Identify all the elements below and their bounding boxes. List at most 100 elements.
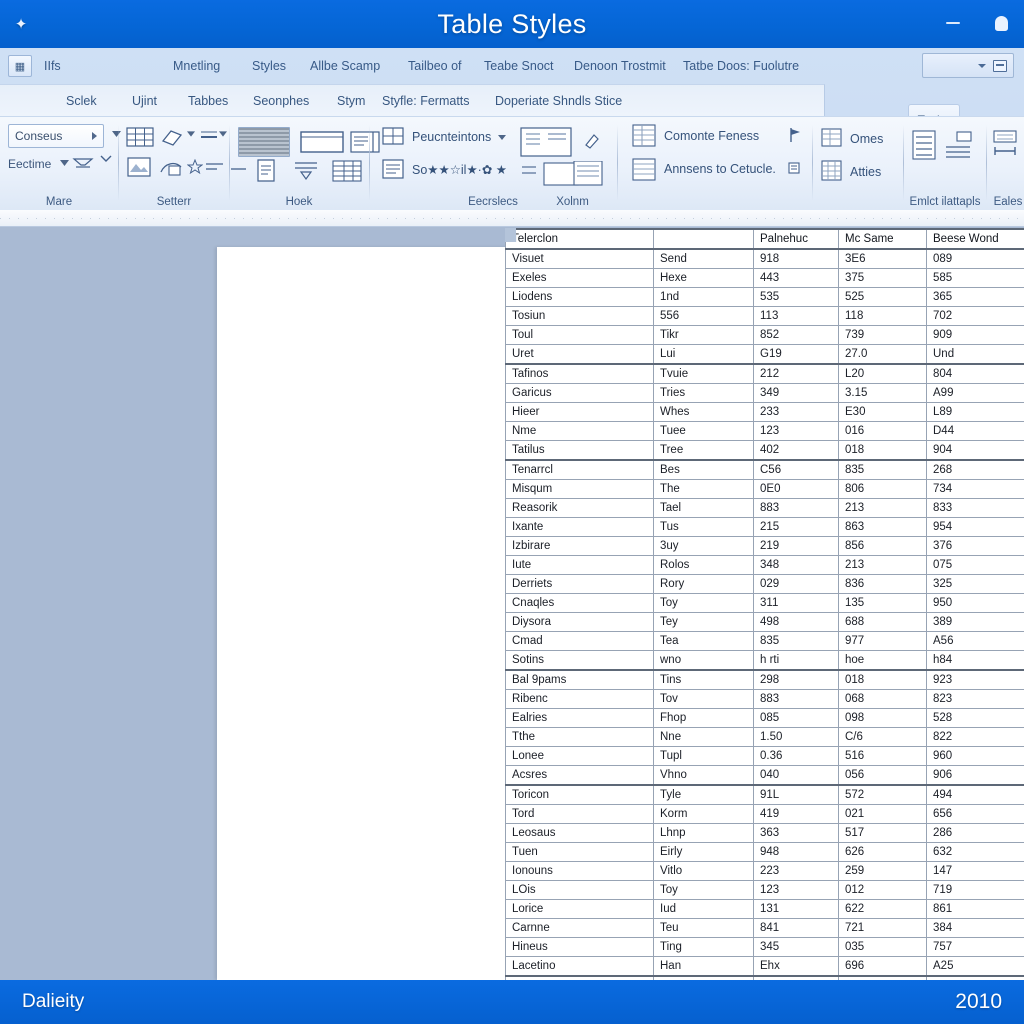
table-cell[interactable]: 056 [838, 765, 927, 786]
table-cell[interactable]: 223 [753, 861, 839, 881]
table-cell[interactable]: Ting [653, 937, 754, 957]
table-row[interactable]: ReasorikTael8832138332! [505, 498, 1024, 518]
table-cell[interactable]: 27.0 [838, 344, 927, 365]
table-row[interactable]: Bal 9pamsTins29801892310 [505, 669, 1024, 690]
effects-label[interactable]: Eectime [8, 157, 51, 171]
table-row[interactable]: DerrietsRory02983632521 [505, 574, 1024, 594]
table-cell[interactable]: 572 [838, 784, 927, 805]
table-cell[interactable]: 696 [838, 956, 927, 977]
table-row[interactable]: LoriceIud13162286121 [505, 899, 1024, 919]
table-cell[interactable]: 823 [926, 689, 1024, 709]
table-cell[interactable]: Toy [653, 880, 754, 900]
table-cell[interactable]: 556 [653, 306, 754, 326]
table-row[interactable]: HineusTing34503575711 [505, 937, 1024, 957]
format-painter-icon[interactable] [582, 131, 602, 151]
table-cell[interactable]: 365 [926, 287, 1024, 307]
table-cell[interactable]: 213 [838, 498, 927, 518]
table-cell[interactable]: Tey [653, 612, 754, 632]
tab-0[interactable]: Mnetling [173, 59, 220, 73]
table-row[interactable]: EalriesFhop08509852811 [505, 708, 1024, 728]
shading-icon[interactable] [72, 153, 96, 171]
table-cell[interactable]: 029 [753, 574, 839, 594]
table-cell[interactable]: Ehx [753, 956, 839, 977]
table-cell[interactable]: Hineus [505, 937, 654, 957]
table-selection-handle[interactable] [505, 228, 516, 242]
table-cell[interactable]: 721 [838, 918, 927, 938]
tab-file[interactable]: IIfs [44, 59, 61, 73]
table-cell[interactable]: A99 [926, 383, 1024, 403]
table-cell[interactable]: Carnne [505, 918, 654, 938]
insert-page-icon[interactable] [252, 157, 282, 185]
table-cell[interactable]: wno [653, 650, 754, 671]
table-cell[interactable]: 068 [838, 689, 927, 709]
document-table-container[interactable]: Telerclon Palnehuc Mc Same Beese Wond Vi… [505, 228, 1024, 980]
table-cell[interactable]: 123 [753, 880, 839, 900]
table-cell[interactable]: L89 [926, 402, 1024, 422]
table-cell[interactable]: 021 [838, 804, 927, 824]
table-cell[interactable]: 950 [926, 593, 1024, 613]
table-cell[interactable]: Tael [653, 498, 754, 518]
table-cell[interactable]: 213 [838, 555, 927, 575]
pen-weight-dropdown-icon[interactable] [219, 131, 227, 137]
tab-5[interactable]: Denoon Trostmit [574, 59, 666, 73]
omes-table-icon[interactable] [820, 127, 844, 149]
table-row[interactable]: ToulTikr85273990921 [505, 325, 1024, 345]
shading-menu-item[interactable]: So★★☆il★·✿ ★ [412, 162, 507, 177]
answers-options-icon[interactable] [788, 161, 802, 175]
table-cell[interactable]: Uret [505, 344, 654, 365]
table-row[interactable]: Sotinswnoh rtihoeh8411 [505, 650, 1024, 671]
table-cell[interactable]: 923 [926, 669, 1024, 690]
table-row[interactable]: GaricusTries3493.15A9920 [505, 383, 1024, 403]
table-cell[interactable]: 688 [838, 612, 927, 632]
table-row[interactable]: VisuetSend9183E6089c/ [505, 248, 1024, 269]
table-cell[interactable]: Whes [653, 402, 754, 422]
table-cell[interactable]: 219 [753, 536, 839, 556]
table-cell[interactable]: 535 [753, 287, 839, 307]
table-cell[interactable]: Vitlo [653, 861, 754, 881]
subtab-5[interactable]: Styfle: Fermatts [382, 94, 470, 108]
shading-lines-icon[interactable] [380, 157, 406, 181]
table-cell[interactable]: E30 [838, 402, 927, 422]
horizontal-ruler[interactable] [0, 210, 1024, 227]
tab-6[interactable]: Tatbe Doos: Fuolutre [683, 59, 799, 73]
table-row[interactable]: TuenEirly94862663210 [505, 842, 1024, 862]
table-row[interactable]: IxanteTus21586395424 [505, 517, 1024, 537]
table-cell[interactable]: Leosaus [505, 823, 654, 843]
table-cell[interactable]: Tries [653, 383, 754, 403]
table-cell[interactable]: 3uy [653, 536, 754, 556]
table-cell[interactable]: 286 [926, 823, 1024, 843]
table-cell[interactable]: Tikr [653, 325, 754, 345]
table-cell[interactable]: Han [653, 956, 754, 977]
eraser-dropdown-icon[interactable] [187, 131, 195, 137]
table-cell[interactable]: Cmad [505, 631, 654, 651]
table-cell[interactable]: G19 [753, 344, 839, 365]
table-cell[interactable]: 384 [926, 918, 1024, 938]
table-row[interactable]: UretLuiG1927.0Und9: [505, 344, 1024, 365]
table-frame-icon[interactable] [298, 127, 346, 157]
table-cell[interactable]: 215 [753, 517, 839, 537]
merge-cells-icon[interactable] [290, 157, 322, 185]
table-cell[interactable]: 863 [838, 517, 927, 537]
table-cell[interactable]: Tosiun [505, 306, 654, 326]
table-row[interactable]: LeosausLhnp36351728610 [505, 823, 1024, 843]
table-cell[interactable]: 118 [838, 306, 927, 326]
table-cell[interactable]: Tov [653, 689, 754, 709]
table-cell[interactable]: 212 [753, 363, 839, 384]
table-cell[interactable]: 233 [753, 402, 839, 422]
table-cell[interactable]: 757 [926, 937, 1024, 957]
table-row[interactable]: TenarrclBesC5683526829 [505, 459, 1024, 480]
table-cell[interactable]: Hexe [653, 268, 754, 288]
table-cell[interactable]: 626 [838, 842, 927, 862]
table-cell[interactable]: 739 [838, 325, 927, 345]
table-cell[interactable]: Izbirare [505, 536, 654, 556]
table-cell[interactable]: Sotins [505, 650, 654, 671]
table-cell[interactable]: Vhno [653, 765, 754, 786]
table-cell[interactable]: 856 [838, 536, 927, 556]
table-row[interactable]: RibencTov88306882311 [505, 689, 1024, 709]
table-cell[interactable]: 123 [753, 421, 839, 441]
table-cell[interactable]: LOis [505, 880, 654, 900]
answers-item[interactable]: Annsens to Cetucle. [664, 162, 776, 176]
table-style-preview-dark[interactable] [238, 127, 290, 157]
table-cell[interactable]: 835 [753, 631, 839, 651]
table-cell[interactable]: Exeles [505, 268, 654, 288]
